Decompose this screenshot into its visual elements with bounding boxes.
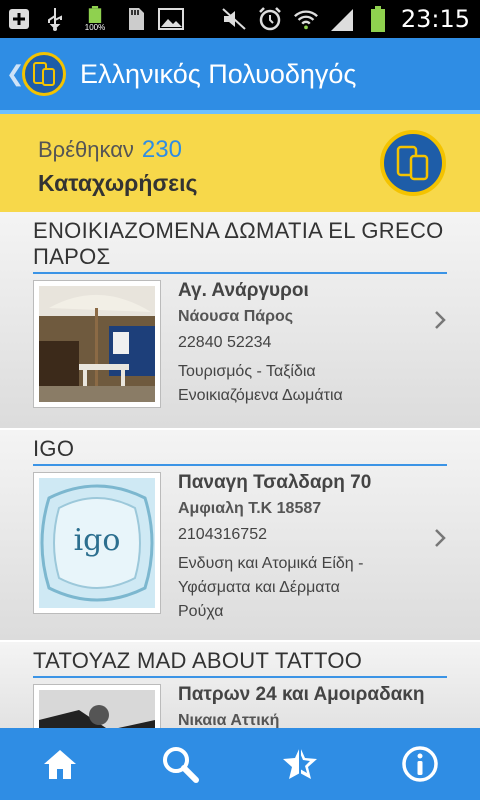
listing-title: IGO xyxy=(33,436,75,461)
chevron-right-icon[interactable] xyxy=(434,528,446,548)
clock-time: 23:15 xyxy=(400,5,470,33)
listing-subcategory: Ενοικιαζόμενα Δωμάτια xyxy=(178,387,343,404)
search-icon xyxy=(163,747,199,783)
results-banner: Βρέθηκαν 230 Καταχωρήσεις xyxy=(0,110,480,212)
listing-city: Αμφιαλη Τ.Κ 18587 xyxy=(178,500,322,517)
app-bar: ❮ Ελληνικός Πολυοδηγός xyxy=(0,38,480,110)
home-icon xyxy=(44,750,76,779)
listing-city: Νικαια Αττική xyxy=(178,712,280,728)
listing-address: Αγ. Ανάργυροι xyxy=(178,280,309,301)
battery-icon xyxy=(365,6,391,32)
usb-icon xyxy=(42,6,68,32)
app-title: Ελληνικός Πολυοδηγός xyxy=(80,58,357,89)
listing-photo xyxy=(33,684,161,728)
sd-card-icon xyxy=(122,6,148,32)
search-button[interactable] xyxy=(150,734,210,794)
listing-category: Ενδυση και Ατομικά Είδη - Υφάσματα και Δ… xyxy=(178,555,364,596)
app-logo-icon[interactable] xyxy=(22,52,66,96)
add-notification-icon xyxy=(6,6,32,32)
back-chevron-icon[interactable]: ❮ xyxy=(6,61,24,87)
home-button[interactable] xyxy=(30,734,90,794)
listing-address: Παναγη Τσαλδαρη 70 xyxy=(178,472,372,493)
list-item[interactable]: ΤΑΤΟΥΑΖ MAD ABOUT TATTOO Πατρων 24 και Α… xyxy=(0,642,480,728)
igo-logo-text: igo xyxy=(74,523,121,558)
listing-subcategory: Ρούχα xyxy=(178,603,224,620)
info-icon xyxy=(402,746,438,782)
image-icon xyxy=(158,6,184,32)
listing-title: ΕΝΟΙΚΙΑΖΟΜΕΝΑ ΔΩΜΑΤΙΑ EL GRECO ΠΑΡΟΣ xyxy=(33,218,444,269)
favorites-icon xyxy=(283,747,317,779)
list-item[interactable]: ΕΝΟΙΚΙΑΖΟΜΕΝΑ ΔΩΜΑΤΙΑ EL GRECO ΠΑΡΟΣ Αγ.… xyxy=(0,212,480,430)
entries-label: Καταχωρήσεις xyxy=(38,170,198,196)
listing-logo: igo xyxy=(33,472,161,614)
battery-full-icon: 100% xyxy=(78,6,112,32)
listing-city: Νάουσα Πάρος xyxy=(178,308,294,325)
wifi-icon xyxy=(293,6,319,32)
listing-title: ΤΑΤΟΥΑΖ MAD ABOUT TATTOO xyxy=(33,648,363,673)
favorites-button[interactable] xyxy=(270,734,330,794)
signal-icon xyxy=(329,6,355,32)
found-label: Βρέθηκαν xyxy=(38,137,134,162)
results-count-line: Βρέθηκαν 230 xyxy=(38,136,182,164)
listing-phone[interactable]: 2104316752 xyxy=(178,526,438,544)
mute-icon xyxy=(221,6,247,32)
chevron-right-icon[interactable] xyxy=(434,310,446,330)
listing-phone[interactable]: 22840 52234 xyxy=(178,334,438,352)
info-button[interactable] xyxy=(390,734,450,794)
results-count: 230 xyxy=(141,136,182,163)
alarm-icon xyxy=(257,6,283,32)
listing-category: Τουρισμός - Ταξίδια xyxy=(178,363,316,380)
bottom-nav xyxy=(0,728,480,800)
listing-address: Πατρων 24 και Αμοιραδακη xyxy=(178,684,425,705)
listing-photo xyxy=(33,280,161,408)
battery-percent-text: 100% xyxy=(84,23,106,32)
listings-list: ΕΝΟΙΚΙΑΖΟΜΕΝΑ ΔΩΜΑΤΙΑ EL GRECO ΠΑΡΟΣ Αγ.… xyxy=(0,212,480,728)
status-bar: 100% 23:15 xyxy=(0,0,480,38)
list-item[interactable]: IGO igo Παναγη Τσαλδαρη 70 Αμφιαλη Τ.Κ 1… xyxy=(0,430,480,642)
brand-logo-icon xyxy=(380,130,446,196)
